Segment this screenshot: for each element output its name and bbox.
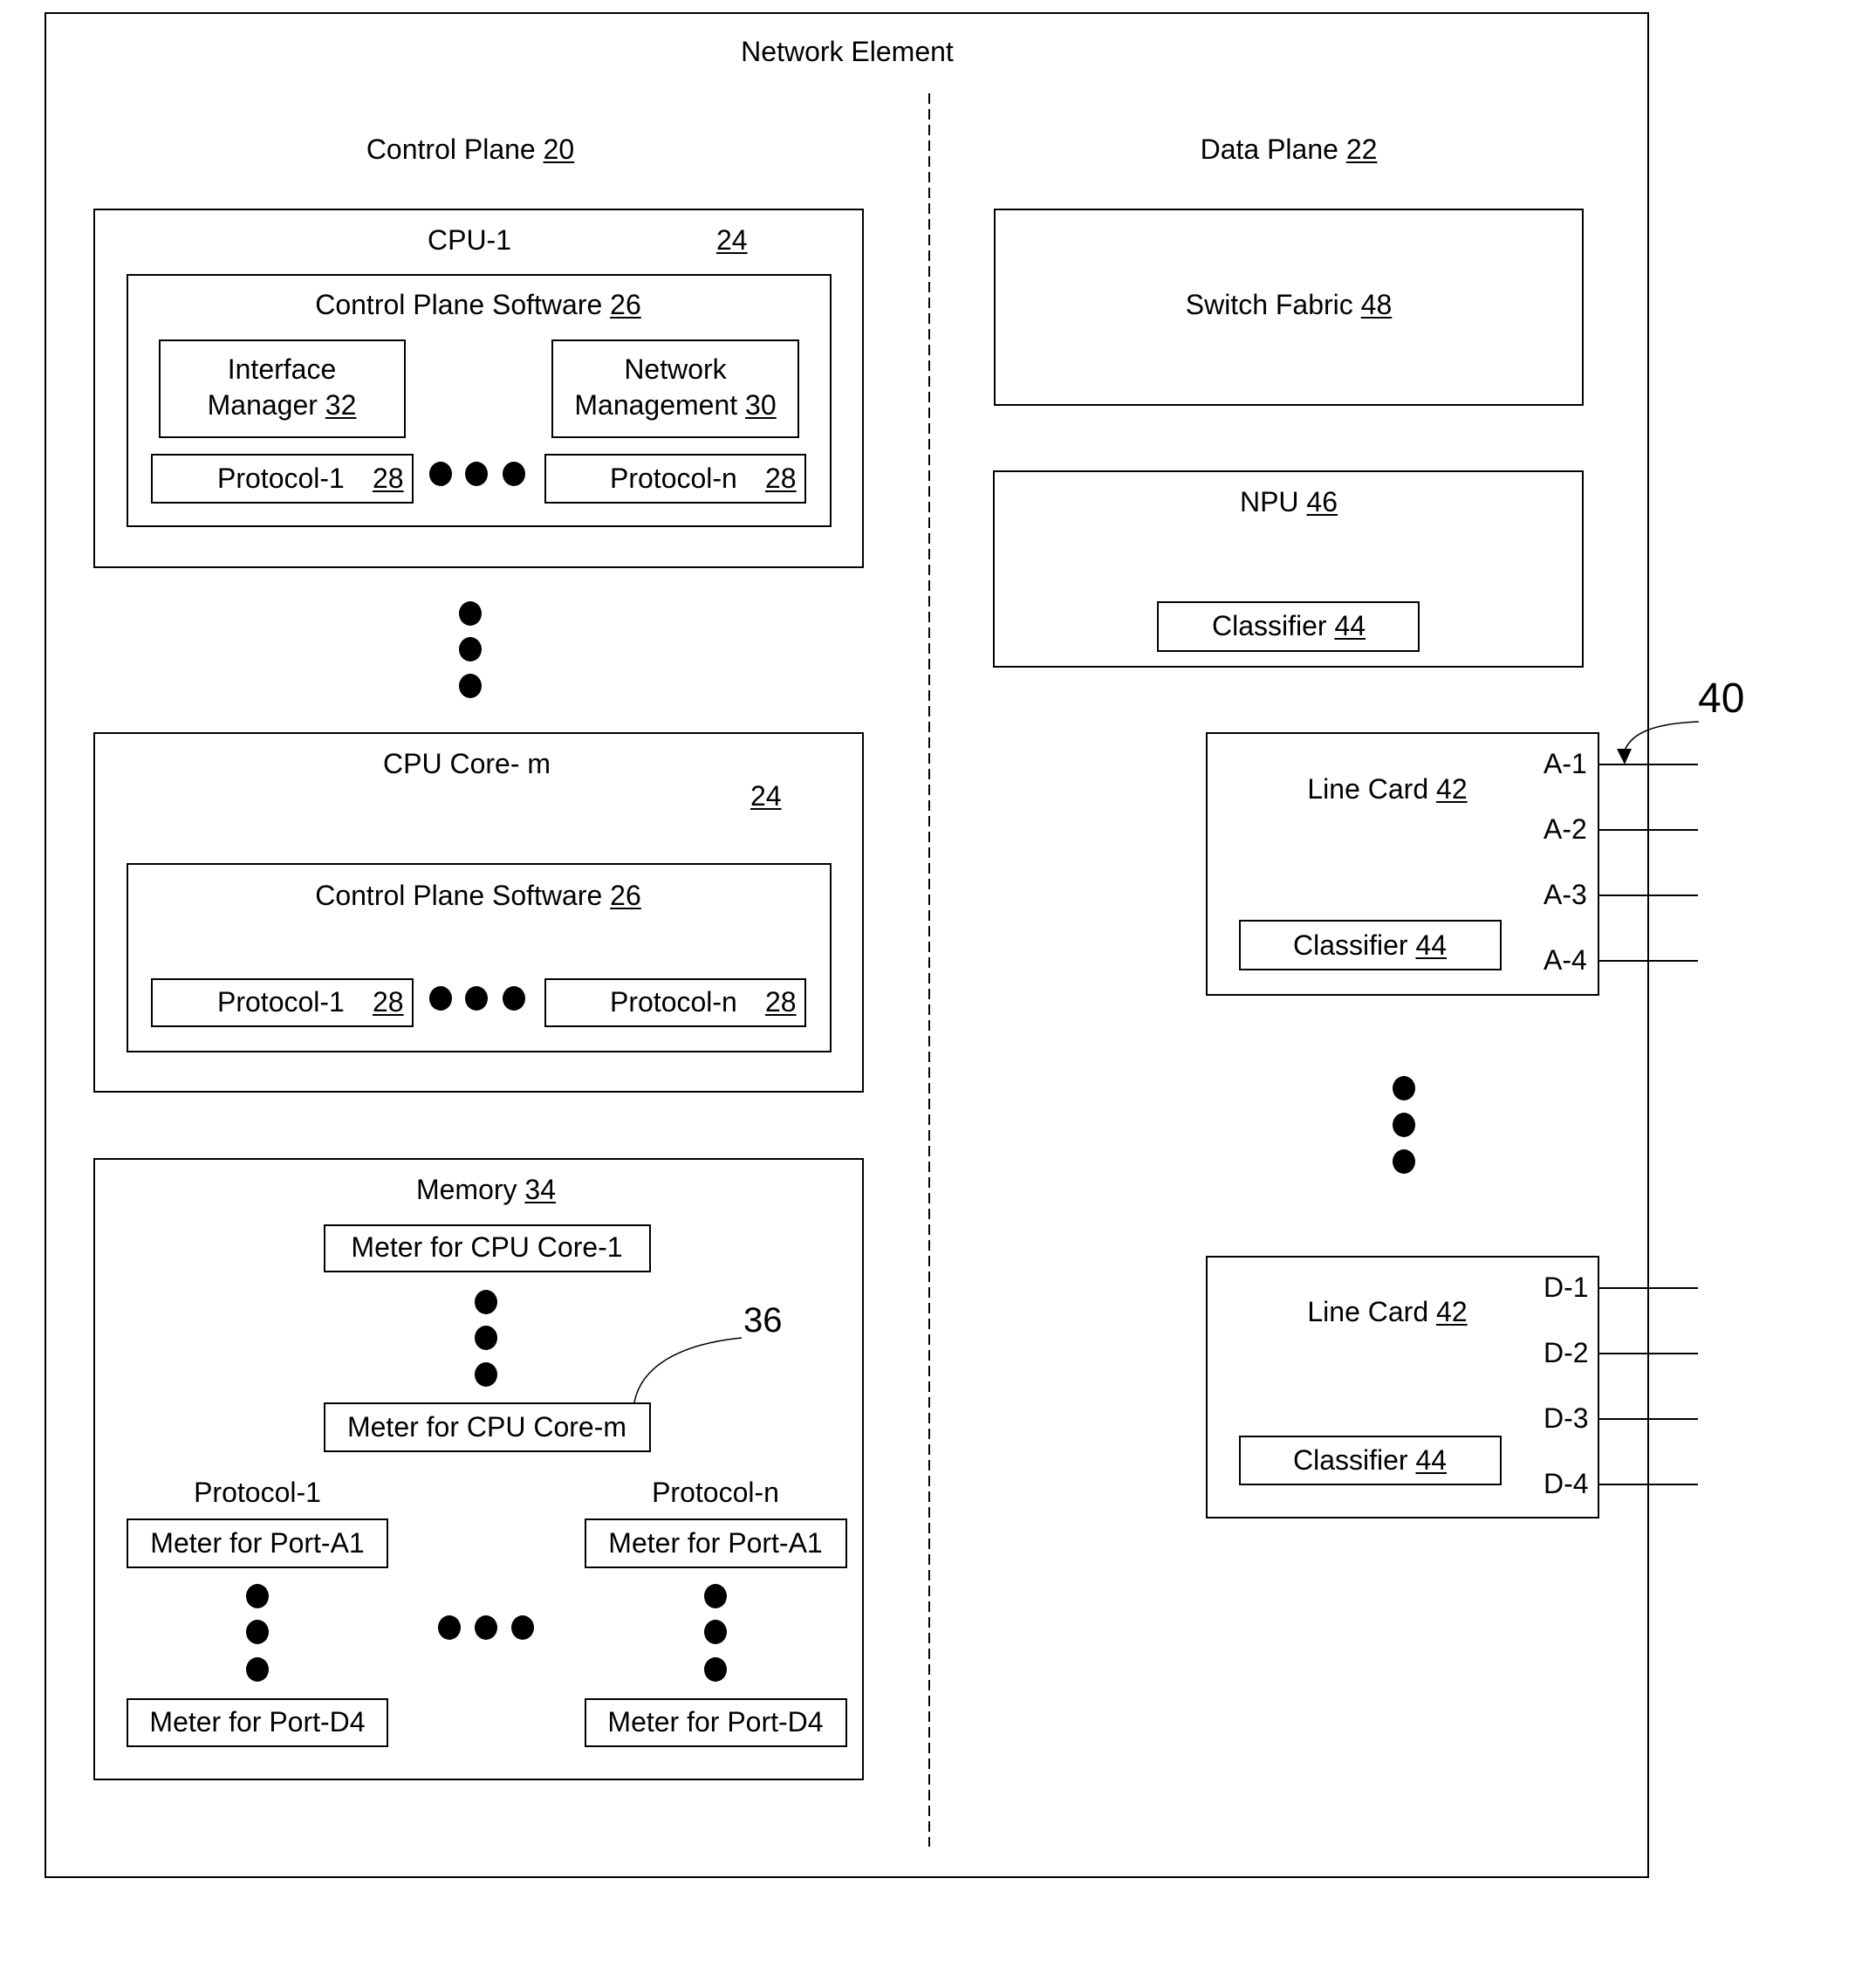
port-a-3-label: A-3	[1544, 879, 1587, 910]
npu-title: NPU 46	[1240, 486, 1338, 518]
cpu-core-m-ref: 24	[750, 780, 782, 812]
cpu-core-m-label: CPU Core- m	[383, 748, 551, 779]
data-plane-label: Data Plane	[1200, 134, 1338, 165]
network-management-line2: Management 30	[574, 387, 776, 423]
meter-cpu-core-1-label: Meter for CPU Core-1	[351, 1231, 623, 1263]
control-plane-ref: 20	[543, 134, 575, 165]
line-card-d-classifier-label: Classifier	[1292, 1444, 1408, 1476]
port-a-2-label: A-2	[1544, 813, 1587, 845]
memory-protocol-n-label: Protocol-n	[652, 1477, 779, 1508]
switch-fabric-title: Switch Fabric 48	[1186, 289, 1393, 320]
memory-protocol-1-label: Protocol-1	[194, 1477, 321, 1508]
line-card-d-classifier-title: Classifier 44	[1293, 1444, 1447, 1476]
cpu-core-m-protocol-n-ref: 28	[765, 986, 797, 1018]
data-plane-ref: 22	[1345, 134, 1378, 165]
protocol-1-meter-port-a1-label: Meter for Port-A1	[150, 1527, 365, 1559]
npu-classifier-title: Classifier 44	[1212, 610, 1366, 641]
npu-classifier-label: Classifier	[1211, 610, 1327, 641]
npu-label: NPU	[1239, 486, 1299, 518]
protocol-1-meter-port-d4-label: Meter for Port-D4	[149, 1706, 366, 1738]
line-card-a-classifier-ref: 44	[1415, 929, 1448, 961]
cpu-1-software-title: Control Plane Software 26	[315, 289, 641, 320]
ports-callout-number: 40	[1698, 675, 1745, 722]
control-plane-label: Control Plane	[366, 134, 536, 165]
memory-label: Memory	[415, 1174, 517, 1205]
port-a-1-label: A-1	[1544, 748, 1587, 779]
memory-title: Memory 34	[416, 1174, 556, 1205]
line-card-a-ref: 42	[1436, 773, 1468, 805]
switch-fabric-ref: 48	[1360, 289, 1393, 320]
cpu-core-m-software-ref: 26	[610, 880, 641, 911]
protocol-n-meter-port-d4-label: Meter for Port-D4	[607, 1706, 824, 1738]
port-d-4-label: D-4	[1544, 1468, 1589, 1499]
network-element-title: Network Element	[741, 36, 954, 67]
network-management-label: Network Management 30	[574, 352, 776, 423]
npu-classifier-ref: 44	[1334, 610, 1366, 641]
cpu-core-m-software-label: Control Plane Software	[315, 880, 603, 911]
line-card-a-classifier-label: Classifier	[1292, 929, 1408, 961]
protocol-n-meter-port-a1-label: Meter for Port-A1	[608, 1527, 823, 1559]
cpu-core-m-protocol-1-label: Protocol-1	[217, 986, 345, 1018]
port-d-3-label: D-3	[1544, 1402, 1589, 1434]
memory-ref: 34	[524, 1174, 557, 1205]
cpu-1-software-label: Control Plane Software	[315, 289, 603, 320]
cpu-1-label: CPU-1	[427, 224, 512, 256]
switch-fabric-label: Switch Fabric	[1185, 289, 1353, 320]
network-management-ref: 30	[745, 389, 777, 421]
meter-callout-number: 36	[743, 1301, 783, 1340]
cpu-1-software-ref: 26	[610, 289, 641, 320]
interface-manager-text: Manager	[207, 389, 318, 421]
network-management-line1: Network	[624, 353, 727, 385]
port-d-1-label: D-1	[1544, 1272, 1589, 1303]
cpu-1-protocol-1-ref: 28	[373, 463, 404, 494]
port-d-2-label: D-2	[1544, 1337, 1589, 1368]
npu-ref: 46	[1306, 486, 1338, 518]
line-card-d-classifier-ref: 44	[1415, 1444, 1448, 1476]
cpu-1-protocol-n-label: Protocol-n	[610, 463, 737, 494]
line-card-d-title: Line Card 42	[1307, 1296, 1467, 1327]
line-card-a-classifier-title: Classifier 44	[1293, 929, 1447, 961]
cpu-1-ref: 24	[716, 224, 748, 256]
cpu-core-m-software-title: Control Plane Software 26	[315, 880, 641, 911]
cpu-core-m-protocol-n-label: Protocol-n	[610, 986, 737, 1018]
line-card-a-title: Line Card 42	[1307, 773, 1467, 805]
port-a-4-label: A-4	[1544, 944, 1587, 976]
cpu-1-protocol-1-label: Protocol-1	[217, 463, 345, 494]
control-plane-title: Control Plane 20	[366, 134, 574, 165]
interface-manager-ref: 32	[325, 389, 357, 421]
meter-cpu-core-m-label: Meter for CPU Core-m	[346, 1411, 627, 1443]
cpu-core-m-protocol-1-ref: 28	[373, 986, 404, 1018]
data-plane-title: Data Plane 22	[1201, 134, 1378, 165]
cpu-1-protocol-n-ref: 28	[765, 463, 797, 494]
line-card-d-ref: 42	[1436, 1296, 1468, 1327]
line-card-d-label: Line Card	[1307, 1296, 1429, 1327]
line-card-a-label: Line Card	[1307, 773, 1429, 805]
interface-manager-label: Interface Manager 32	[208, 352, 357, 423]
network-management-text: Management	[574, 389, 738, 421]
interface-manager-line2: Manager 32	[208, 387, 357, 423]
interface-manager-line1: Interface	[227, 353, 337, 385]
